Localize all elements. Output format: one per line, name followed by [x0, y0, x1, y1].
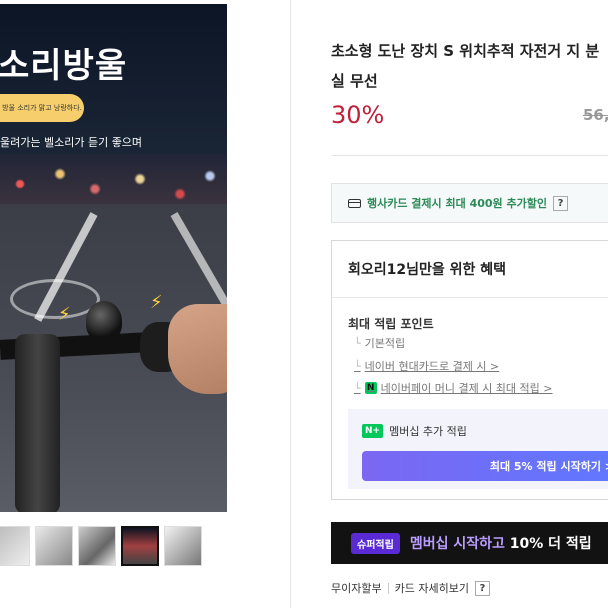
- tree-branch-icon: └: [354, 337, 361, 350]
- npay-icon: N: [364, 382, 377, 394]
- naver-plus-icon: N+: [362, 424, 384, 438]
- card-promo-box: 행사카드 결제시 최대 400원 추가할인 ?: [331, 183, 608, 223]
- installment-link[interactable]: 무이자할부: [331, 580, 382, 596]
- tree-branch-icon: └: [354, 381, 361, 395]
- membership-start-button[interactable]: 최대 5% 적립 시작하기 >: [362, 451, 608, 481]
- separator: [387, 582, 389, 594]
- product-info-panel: 초소형 도난 장치 S 위치추적 자전거 지 분실 무선 30% 56, 행사카…: [331, 0, 608, 608]
- photo-pill-text: 방울 소리가 맑고 낭랑하다.: [0, 94, 84, 122]
- spark-icon: ⚡: [58, 304, 71, 325]
- thumbnail-selected[interactable]: [121, 526, 159, 566]
- hyundai-card-points-link[interactable]: └ 네이버 현대카드로 결제 시 >: [354, 358, 499, 374]
- thumbnail-strip: [0, 526, 202, 566]
- max-points-label: 최대 적립 포인트: [348, 317, 434, 331]
- help-icon[interactable]: ?: [474, 580, 490, 596]
- membership-area: N+ 멤버십 추가 적립 최대 5% 적립 시작하기 >: [348, 409, 608, 489]
- thumbnail[interactable]: [35, 526, 73, 566]
- benefit-title: 회오리12님만을 위한 혜택: [348, 262, 507, 278]
- card-detail-link[interactable]: 카드 자세히보기: [395, 580, 469, 596]
- photo-headline: 소리방울: [0, 46, 128, 86]
- product-title: 초소형 도난 장치 S 위치추적 자전거 지 분실 무선: [331, 42, 600, 90]
- thumbnail[interactable]: [78, 526, 116, 566]
- bike-stem: [15, 334, 60, 512]
- super-points-badge: 슈퍼적립: [351, 532, 400, 554]
- credit-card-icon: [348, 198, 361, 208]
- membership-label: N+ 멤버십 추가 적립: [362, 423, 467, 439]
- panel-divider: [290, 0, 291, 608]
- benefit-box: 회오리12님만을 위한 혜택 최대 적립 포인트 └ 기본적립 └ 네이버 현대카드…: [331, 240, 608, 500]
- basic-points-item: └ 기본적립: [354, 337, 406, 350]
- card-promo-text: 행사카드 결제시 최대 400원 추가할인: [367, 197, 547, 210]
- main-product-photo[interactable]: ⚡ ⚡ 소리방울 방울 소리가 맑고 낭랑하다. 울려가는 벨소리가 듣기 좋으…: [0, 4, 227, 512]
- super-points-banner[interactable]: 슈퍼적립 멤버십 시작하고 10% 더 적립: [331, 522, 608, 564]
- discount-rate: 30%: [331, 101, 385, 129]
- photo-subline: 울려가는 벨소리가 듣기 좋으며: [0, 136, 143, 149]
- tree-branch-icon: └: [354, 360, 361, 373]
- spark-icon: ⚡: [150, 292, 163, 313]
- divider: [332, 297, 608, 298]
- bottom-links: 무이자할부 카드 자세히보기 ?: [331, 580, 490, 596]
- thumbnail[interactable]: [164, 526, 202, 566]
- super-banner-text: 멤버십 시작하고 10% 더 적립: [409, 536, 592, 552]
- thumbnail[interactable]: [0, 526, 30, 566]
- bell-icon: [86, 301, 122, 341]
- help-icon[interactable]: ?: [552, 195, 568, 211]
- npay-money-points-link[interactable]: └ N 네이버페이 머니 결제 시 최대 적립 >: [354, 380, 553, 396]
- product-gallery: ⚡ ⚡ 소리방울 방울 소리가 맑고 낭랑하다. 울려가는 벨소리가 듣기 좋으…: [0, 0, 290, 608]
- original-price: 56,: [583, 106, 608, 124]
- divider: [331, 155, 608, 156]
